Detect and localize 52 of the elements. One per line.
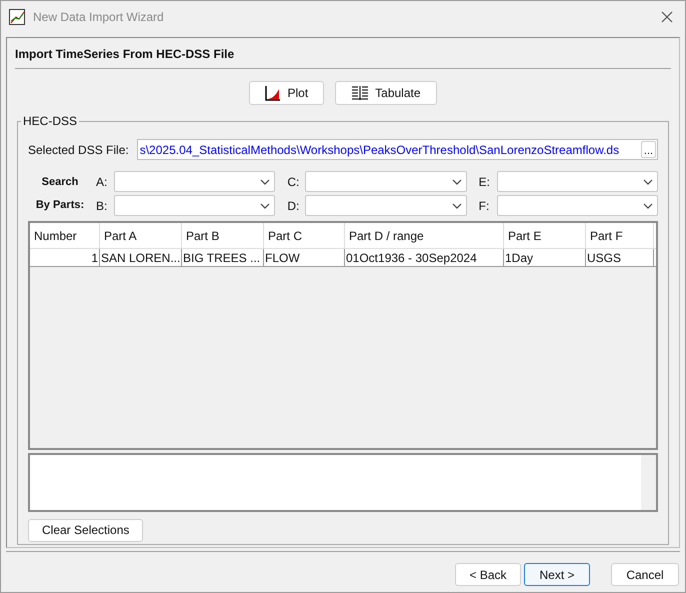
part-label: D:	[287, 198, 300, 214]
part-label: C:	[287, 174, 300, 190]
part-dropdown[interactable]	[496, 171, 658, 192]
wizard-button[interactable]: < Back	[455, 563, 521, 586]
tabulate-button[interactable]: Tabulate	[335, 81, 437, 105]
plot-button[interactable]: Plot	[249, 81, 324, 105]
part-dropdown[interactable]	[496, 195, 658, 216]
scrollbar-track	[641, 455, 656, 510]
part-dropdown[interactable]	[305, 195, 467, 216]
table-icon	[351, 86, 370, 100]
file-label: Selected DSS File:	[28, 142, 129, 158]
group-title: HEC-DSS	[21, 114, 80, 128]
section-title: Import TimeSeries From HEC-DSS File	[15, 38, 671, 69]
table-cell[interactable]: 1	[30, 249, 100, 266]
column-header[interactable]: Part A	[100, 223, 182, 248]
table-cell[interactable]: SAN LOREN...	[100, 249, 182, 266]
part-label: A:	[96, 174, 108, 190]
info-text-area[interactable]	[28, 453, 658, 512]
chevron-icon	[260, 202, 270, 208]
column-header[interactable]: Part D / range	[345, 223, 504, 248]
wizard-button[interactable]: Cancel	[611, 563, 679, 586]
table-cell[interactable]: USGS	[586, 249, 654, 266]
part-dropdown[interactable]	[114, 195, 276, 216]
chart-icon	[265, 85, 282, 101]
column-header[interactable]: Part B	[182, 223, 264, 248]
search-label: By Parts:	[36, 198, 84, 212]
table-cell[interactable]: 01Oct1936 - 30Sep2024	[345, 249, 504, 266]
table-cell[interactable]: BIG TREES ...	[182, 249, 264, 266]
chevron-icon	[452, 202, 462, 208]
chevron-icon	[452, 178, 462, 184]
table-cell[interactable]: 1Day	[504, 249, 586, 266]
file-path-field[interactable]: s\2025.04_StatisticalMethods\Workshops\PeaksOverThreshold\SanLorenzoStreamflow.ds ...	[136, 139, 658, 160]
table-cell[interactable]: FLOW	[264, 249, 345, 266]
chevron-icon	[642, 202, 653, 208]
search-label: Search	[42, 175, 78, 190]
column-header[interactable]: Part C	[264, 223, 345, 248]
part-label: F:	[478, 198, 490, 214]
app-icon	[9, 8, 25, 24]
part-dropdown[interactable]	[305, 171, 467, 192]
part-label: E:	[478, 174, 491, 190]
window-title: New Data Import Wizard	[33, 8, 165, 26]
column-header[interactable]: Part F	[586, 223, 654, 248]
part-label: B:	[96, 198, 108, 214]
clear-selections-button[interactable]: Clear Selections	[28, 518, 144, 542]
chevron-icon	[260, 178, 270, 184]
chevron-icon	[642, 178, 653, 184]
part-dropdown[interactable]	[114, 171, 276, 192]
column-header[interactable]: Number	[30, 223, 100, 248]
browse-button[interactable]: ...	[641, 141, 656, 158]
column-header[interactable]: Part E	[504, 223, 586, 248]
close-icon[interactable]	[661, 10, 673, 22]
wizard-button[interactable]: Next >	[524, 563, 590, 586]
